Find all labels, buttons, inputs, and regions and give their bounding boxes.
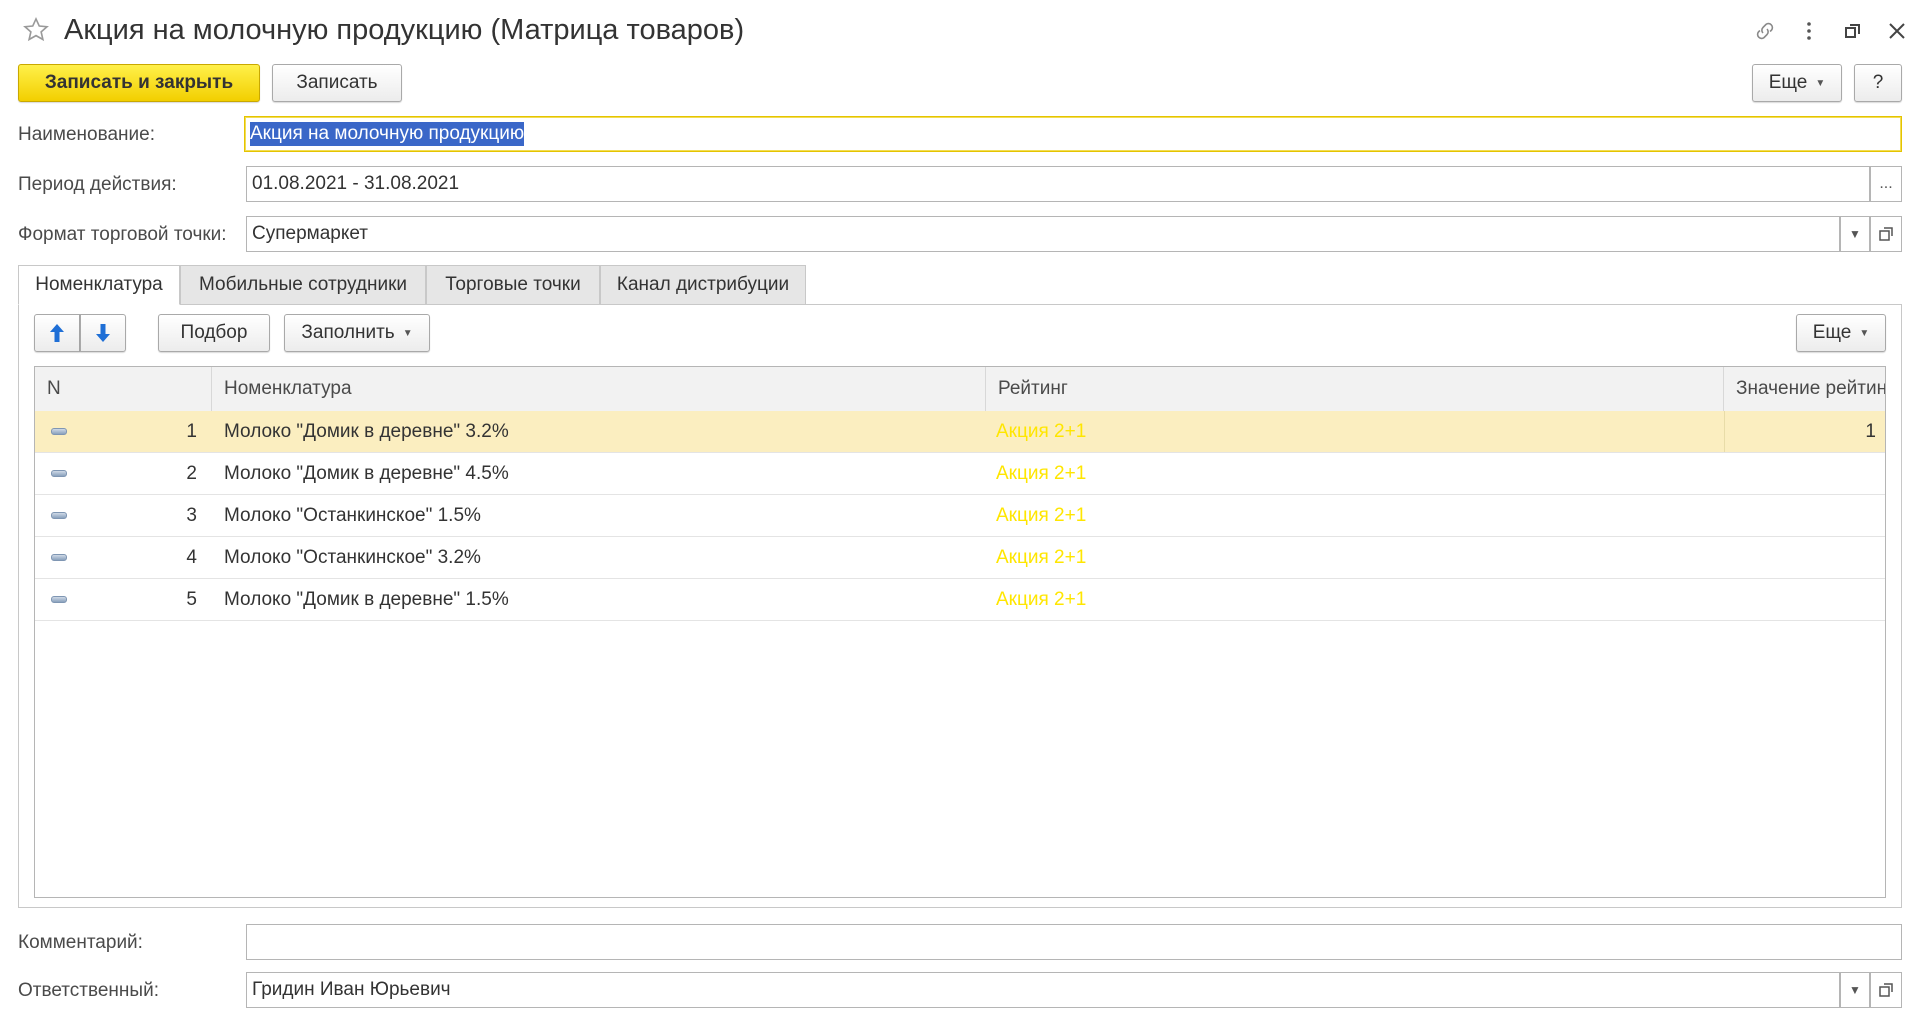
format-dropdown-button[interactable]: ▼ — [1840, 216, 1870, 252]
comment-label: Комментарий: — [18, 932, 143, 953]
row-rating: Акция 2+1 — [996, 588, 1087, 610]
format-open-button[interactable] — [1870, 216, 1902, 252]
row-number: 2 — [186, 462, 197, 484]
row-rating-value: 1 — [1724, 411, 1876, 452]
move-down-button[interactable] — [80, 314, 126, 352]
open-external-icon — [1879, 983, 1893, 997]
save-button[interactable]: Записать — [272, 64, 402, 102]
period-select-button[interactable]: ... — [1870, 166, 1902, 202]
chevron-down-icon: ▼ — [402, 327, 413, 339]
column-header-rating-value[interactable]: Значение рейтинга — [1724, 367, 1885, 411]
row-rating-value — [1724, 537, 1876, 578]
table-row[interactable]: 3 Молоко "Останкинское" 1.5% Акция 2+1 — [35, 495, 1885, 537]
row-rating-value — [1724, 453, 1876, 494]
tab-distribution-channel[interactable]: Канал дистрибуции — [600, 265, 806, 305]
chevron-down-icon: ▼ — [1849, 983, 1861, 997]
table-row[interactable]: 4 Молоко "Останкинское" 3.2% Акция 2+1 — [35, 537, 1885, 579]
table-row[interactable]: 2 Молоко "Домик в деревне" 4.5% Акция 2+… — [35, 453, 1885, 495]
row-number: 4 — [186, 546, 197, 568]
format-label: Формат торговой точки: — [18, 224, 227, 245]
chevron-down-icon: ▼ — [1849, 227, 1861, 241]
period-input[interactable]: 01.08.2021 - 31.08.2021 — [246, 166, 1870, 202]
close-icon[interactable] — [1884, 18, 1910, 44]
row-rating-value — [1724, 579, 1876, 620]
arrow-up-icon — [50, 324, 64, 342]
save-and-close-button[interactable]: Записать и закрыть — [18, 64, 260, 102]
chevron-down-icon: ▼ — [1859, 327, 1870, 339]
row-number: 5 — [186, 588, 197, 610]
responsible-input[interactable]: Гридин Иван Юрьевич — [246, 972, 1840, 1008]
row-item: Молоко "Домик в деревне" 1.5% — [224, 588, 509, 610]
tab-outlets[interactable]: Торговые точки — [426, 265, 600, 305]
row-item: Молоко "Домик в деревне" 3.2% — [224, 420, 509, 442]
more-vertical-icon[interactable] — [1796, 18, 1822, 44]
responsible-open-button[interactable] — [1870, 972, 1902, 1008]
comment-input[interactable] — [246, 924, 1902, 960]
responsible-input-value: Гридин Иван Юрьевич — [252, 979, 451, 1000]
tab-mobile-employees[interactable]: Мобильные сотрудники — [180, 265, 426, 305]
row-item: Молоко "Домик в деревне" 4.5% — [224, 462, 509, 484]
row-rating: Акция 2+1 — [996, 462, 1087, 484]
open-external-icon — [1879, 227, 1893, 241]
name-input-value: Акция на молочную продукцию — [250, 122, 525, 146]
table-header: N Номенклатура Рейтинг Значение рейтинга — [35, 367, 1885, 412]
arrow-down-icon — [96, 324, 110, 342]
column-header-rating[interactable]: Рейтинг — [986, 367, 1724, 411]
format-input[interactable]: Супермаркет — [246, 216, 1840, 252]
fill-button[interactable]: Заполнить ▼ — [284, 314, 430, 352]
period-input-value: 01.08.2021 - 31.08.2021 — [252, 173, 460, 194]
table-row[interactable]: 1 Молоко "Домик в деревне" 3.2% Акция 2+… — [35, 411, 1885, 453]
favorite-star-icon[interactable] — [22, 16, 50, 44]
name-label: Наименование: — [18, 124, 155, 145]
column-header-n[interactable]: N — [35, 367, 212, 411]
row-number: 1 — [186, 420, 197, 442]
move-up-button[interactable] — [34, 314, 80, 352]
row-rating: Акция 2+1 — [996, 546, 1087, 568]
row-number: 3 — [186, 504, 197, 526]
row-rating: Акция 2+1 — [996, 420, 1087, 442]
fill-button-label: Заполнить — [301, 322, 395, 343]
responsible-label: Ответственный: — [18, 980, 159, 1001]
format-input-value: Супермаркет — [252, 223, 369, 244]
responsible-dropdown-button[interactable]: ▼ — [1840, 972, 1870, 1008]
table-row[interactable]: 5 Молоко "Домик в деревне" 1.5% Акция 2+… — [35, 579, 1885, 621]
nomenclature-table[interactable]: N Номенклатура Рейтинг Значение рейтинга… — [34, 366, 1886, 898]
chevron-down-icon: ▼ — [1815, 77, 1826, 89]
help-button[interactable]: ? — [1854, 64, 1902, 102]
link-icon[interactable] — [1752, 18, 1778, 44]
table-more-label: Еще — [1812, 322, 1852, 343]
name-input[interactable]: Акция на молочную продукцию — [244, 116, 1902, 152]
row-item: Молоко "Останкинское" 1.5% — [224, 504, 481, 526]
more-button-label: Еще — [1768, 72, 1808, 93]
row-item: Молоко "Останкинское" 3.2% — [224, 546, 481, 568]
tab-nomenclature[interactable]: Номенклатура — [18, 265, 180, 305]
window-title: Акция на молочную продукцию (Матрица тов… — [64, 14, 745, 46]
period-label: Период действия: — [18, 174, 177, 195]
table-more-button[interactable]: Еще ▼ — [1796, 314, 1886, 352]
pick-button[interactable]: Подбор — [158, 314, 270, 352]
row-rating: Акция 2+1 — [996, 504, 1087, 526]
ellipsis-icon: ... — [1879, 175, 1893, 192]
more-button[interactable]: Еще ▼ — [1752, 64, 1842, 102]
row-rating-value — [1724, 495, 1876, 536]
column-header-nomenclature[interactable]: Номенклатура — [212, 367, 986, 411]
restore-window-icon[interactable] — [1840, 18, 1866, 44]
